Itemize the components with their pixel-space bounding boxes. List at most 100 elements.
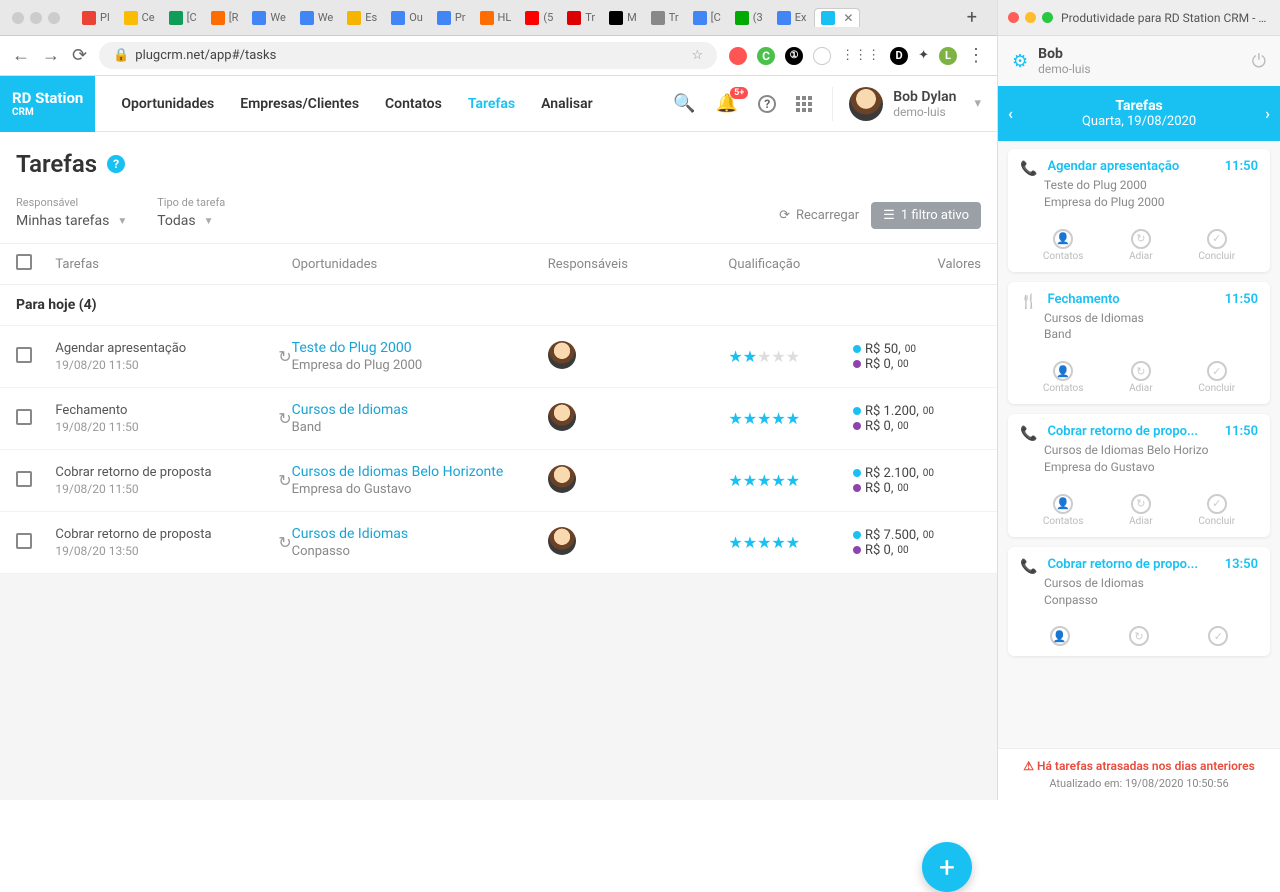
adiar-action[interactable]: ↻Adiar [1129,494,1152,527]
opportunity-link[interactable]: Cursos de Idiomas [292,402,548,418]
browser-menu-icon[interactable]: ⋮ [967,45,985,66]
browser-tab[interactable]: Tr [645,8,685,27]
concluir-action[interactable]: ✓ [1208,626,1228,646]
forward-button[interactable]: → [42,45,60,66]
browser-tab[interactable]: We [246,8,291,27]
browser-tab[interactable]: Ce [118,8,161,27]
row-checkbox[interactable] [16,409,32,425]
browser-tab[interactable]: [R [205,8,245,27]
responsible-avatar[interactable] [548,341,576,369]
row-checkbox[interactable] [16,347,32,363]
fab-add-button[interactable]: + [922,842,972,892]
table-row[interactable]: Cobrar retorno de proposta 19/08/20 13:5… [0,512,997,574]
responsible-avatar[interactable] [548,527,576,555]
reload-button[interactable]: ⟳ [72,45,87,66]
table-row[interactable]: Cobrar retorno de proposta 19/08/20 11:5… [0,450,997,512]
history-icon[interactable]: ↻ [278,471,291,490]
table-row[interactable]: Fechamento 19/08/20 11:50 ↻ Cursos de Id… [0,388,997,450]
ext-icon[interactable]: D [890,47,908,65]
opportunity-link[interactable]: Cursos de Idiomas [292,526,548,542]
nav-item[interactable]: Oportunidades [121,96,214,112]
browser-tab[interactable]: We [294,8,339,27]
browser-tab[interactable]: Es [341,8,383,27]
browser-tab[interactable]: HL [474,8,518,27]
responsible-avatar[interactable] [548,465,576,493]
responsible-avatar[interactable] [548,403,576,431]
gear-icon[interactable]: ⚙ [1012,51,1028,72]
task-card[interactable]: 📞 Cobrar retorno de propo... 11:50 Curso… [1008,414,1270,537]
back-button[interactable]: ← [12,45,30,66]
rating-stars[interactable]: ★★★★★ [685,347,843,366]
apps-grid-icon[interactable] [796,96,812,112]
extensions-icon[interactable]: ✦ [918,48,929,63]
opportunity-link[interactable]: Teste do Plug 2000 [292,340,548,356]
contatos-action[interactable]: 👤Contatos [1043,229,1083,262]
search-icon[interactable]: 🔍 [673,93,695,114]
bell-icon[interactable]: 🔔5+ [716,93,738,114]
adiar-action[interactable]: ↻ [1129,626,1149,646]
row-checkbox[interactable] [16,471,32,487]
contatos-action[interactable]: 👤 [1050,626,1070,646]
nav-item[interactable]: Analisar [541,96,593,112]
concluir-action[interactable]: ✓Concluir [1198,494,1235,527]
contatos-action[interactable]: 👤Contatos [1043,494,1083,527]
rating-stars[interactable]: ★★★★★ [685,533,843,552]
url-bar[interactable]: 🔒 plugcrm.net/app#/tasks ☆ [99,42,717,69]
browser-tab[interactable]: (3 [729,8,769,27]
task-card[interactable]: 📞 Agendar apresentação 11:50 Teste do Pl… [1008,149,1270,272]
reload-button[interactable]: ⟳Recarregar [779,208,859,223]
history-icon[interactable]: ↻ [278,347,291,366]
browser-tab[interactable]: Pr [431,8,472,27]
history-icon[interactable]: ↻ [278,533,291,552]
browser-tab[interactable]: Ou [385,8,429,27]
table-row[interactable]: Agendar apresentação 19/08/20 11:50 ↻ Te… [0,326,997,388]
row-checkbox[interactable] [16,533,32,549]
browser-tab[interactable]: [C [687,8,727,27]
user-menu[interactable]: Bob Dylan demo-luis ▾ [832,87,981,121]
card-title[interactable]: Fechamento [1047,292,1214,307]
star-icon[interactable]: ☆ [691,48,703,63]
browser-tab[interactable]: Pl [76,8,116,27]
prev-day-button[interactable]: ‹ [1008,104,1013,123]
nav-item[interactable]: Tarefas [468,96,515,112]
adiar-action[interactable]: ↻Adiar [1129,361,1152,394]
app-logo[interactable]: RD Station CRM [0,76,95,132]
help-badge-icon[interactable]: ? [107,155,125,173]
opportunity-link[interactable]: Cursos de Idiomas Belo Horizonte [292,464,548,480]
ext-icon[interactable] [813,47,831,65]
nav-item[interactable]: Empresas/Clientes [240,96,359,112]
concluir-action[interactable]: ✓Concluir [1198,229,1235,262]
rating-stars[interactable]: ★★★★★ [685,471,843,490]
contatos-action[interactable]: 👤Contatos [1043,361,1083,394]
new-tab-button[interactable]: + [959,7,985,28]
next-day-button[interactable]: › [1265,104,1270,123]
profile-avatar[interactable]: L [939,47,957,65]
power-icon[interactable]: ⏻ [1252,51,1266,72]
browser-tab[interactable]: Tr [561,8,601,27]
active-filter-chip[interactable]: ☰1 filtro ativo [871,202,981,229]
task-card[interactable]: 🍴 Fechamento 11:50 Cursos de Idiomas Ban… [1008,282,1270,405]
ext-icon[interactable] [729,47,747,65]
help-icon[interactable]: ? [758,95,776,113]
panel-traffic-lights[interactable] [1008,12,1053,23]
tipo-tarefa-select[interactable]: Todas▼ [157,213,225,229]
card-title[interactable]: Cobrar retorno de propo... [1047,424,1214,439]
card-title[interactable]: Cobrar retorno de propo... [1047,557,1214,572]
browser-tab[interactable]: ✕ [814,8,860,27]
browser-tab[interactable]: (5 [519,8,559,27]
responsavel-select[interactable]: Minhas tarefas▼ [16,213,127,229]
ext-icon[interactable]: ⋮⋮⋮ [841,48,880,63]
task-card[interactable]: 📞 Cobrar retorno de propo... 13:50 Curso… [1008,547,1270,657]
browser-tab[interactable]: [C [163,8,203,27]
history-icon[interactable]: ↻ [278,409,291,428]
select-all-checkbox[interactable] [16,254,32,270]
ext-icon[interactable]: ① [785,47,803,65]
nav-item[interactable]: Contatos [385,96,442,112]
card-title[interactable]: Agendar apresentação [1047,159,1214,174]
concluir-action[interactable]: ✓Concluir [1198,361,1235,394]
adiar-action[interactable]: ↻Adiar [1129,229,1152,262]
ext-icon[interactable]: C [757,47,775,65]
browser-tab[interactable]: M [603,8,643,27]
browser-tab[interactable]: Ex [771,8,813,27]
rating-stars[interactable]: ★★★★★ [685,409,843,428]
